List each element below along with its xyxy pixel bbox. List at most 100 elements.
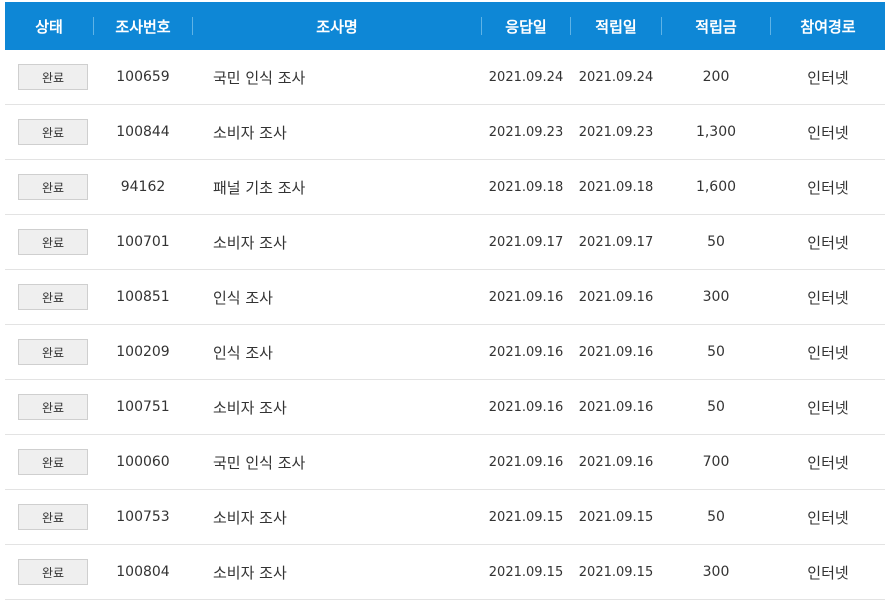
header-response-date-label: 응답일 — [505, 17, 547, 36]
accrued-amount: 300 — [702, 289, 730, 305]
status-cell: 완료 — [5, 270, 93, 324]
participation-route: 인터넷 — [807, 398, 849, 417]
header-status: 상태 — [35, 17, 63, 36]
survey-id: 100851 — [116, 289, 170, 305]
header-divider — [93, 17, 94, 35]
status-complete-button[interactable]: 완료 — [18, 174, 88, 200]
header-route: 참여경로 — [800, 17, 856, 36]
status-complete-button[interactable]: 완료 — [18, 64, 88, 90]
accrued-amount: 300 — [702, 564, 730, 580]
response-date: 2021.09.16 — [488, 344, 564, 360]
survey-name: 국민 인식 조사 — [213, 453, 306, 472]
status-cell: 완료 — [5, 435, 93, 489]
response-date: 2021.09.18 — [488, 179, 564, 195]
accrual-date: 2021.09.18 — [578, 179, 654, 195]
status-cell: 완료 — [5, 105, 93, 159]
response-date: 2021.09.16 — [488, 289, 564, 305]
header-divider — [481, 17, 482, 35]
table-body: 완료 100659 국민 인식 조사 2021.09.24 2021.09.24 200 인… — [5, 50, 885, 600]
accrual-date: 2021.09.16 — [578, 399, 654, 415]
survey-history-table: 상태 조사번호 조사명 응답일 적립일 적립금 참여경로 완료 100659 국민 … — [0, 0, 887, 601]
accrued-amount: 1,300 — [695, 124, 737, 140]
participation-route: 인터넷 — [807, 453, 849, 472]
survey-name: 패널 기초 조사 — [213, 178, 306, 197]
accrual-date: 2021.09.17 — [578, 234, 654, 250]
header-response-date: 응답일 — [481, 2, 571, 50]
status-complete-button[interactable]: 완료 — [18, 119, 88, 145]
table-row: 완료 100659 국민 인식 조사 2021.09.24 2021.09.24 200 인… — [5, 50, 885, 105]
participation-route: 인터넷 — [807, 563, 849, 582]
header-amount: 적립금 — [661, 2, 771, 50]
header-accrual-date: 적립일 — [595, 17, 637, 36]
participation-route: 인터넷 — [807, 288, 849, 307]
accrued-amount: 1,600 — [695, 179, 737, 195]
table-row: 완료 94162 패널 기초 조사 2021.09.18 2021.09.18 1,600… — [5, 160, 885, 215]
survey-name: 소비자 조사 — [213, 398, 287, 417]
status-cell: 완료 — [5, 545, 93, 599]
table-row: 완료 100751 소비자 조사 2021.09.16 2021.09.16 50 인터넷 — [5, 380, 885, 435]
response-date: 2021.09.16 — [488, 399, 564, 415]
status-cell: 완료 — [5, 325, 93, 379]
accrual-date: 2021.09.23 — [578, 124, 654, 140]
status-complete-button[interactable]: 완료 — [18, 394, 88, 420]
participation-route: 인터넷 — [807, 233, 849, 252]
survey-name: 소비자 조사 — [213, 508, 287, 527]
accrued-amount: 50 — [707, 344, 725, 360]
participation-route: 인터넷 — [807, 68, 849, 87]
status-complete-button[interactable]: 완료 — [18, 504, 88, 530]
status-cell: 완료 — [5, 490, 93, 544]
survey-name: 소비자 조사 — [213, 563, 287, 582]
survey-name: 인식 조사 — [213, 288, 273, 307]
header-divider — [661, 17, 662, 35]
accrual-date: 2021.09.16 — [578, 344, 654, 360]
header-survey-name: 조사명 — [316, 17, 358, 36]
status-cell: 완료 — [5, 215, 93, 269]
participation-route: 인터넷 — [807, 508, 849, 527]
survey-name: 소비자 조사 — [213, 233, 287, 252]
status-complete-button[interactable]: 완료 — [18, 559, 88, 585]
participation-route: 인터넷 — [807, 178, 849, 197]
accrual-date: 2021.09.16 — [578, 454, 654, 470]
status-complete-button[interactable]: 완료 — [18, 339, 88, 365]
status-cell: 완료 — [5, 160, 93, 214]
table-header: 상태 조사번호 조사명 응답일 적립일 적립금 참여경로 — [5, 2, 885, 50]
participation-route: 인터넷 — [807, 343, 849, 362]
survey-name: 국민 인식 조사 — [213, 68, 306, 87]
response-date: 2021.09.16 — [488, 454, 564, 470]
accrued-amount: 50 — [707, 234, 725, 250]
status-cell: 완료 — [5, 380, 93, 434]
survey-id: 100804 — [116, 564, 170, 580]
response-date: 2021.09.24 — [488, 69, 564, 85]
response-date: 2021.09.15 — [488, 564, 564, 580]
header-survey-id-label: 조사번호 — [115, 17, 171, 36]
header-survey-id: 조사번호 — [93, 2, 193, 50]
survey-id: 100751 — [116, 399, 170, 415]
survey-id: 100060 — [116, 454, 170, 470]
table-row: 완료 100701 소비자 조사 2021.09.17 2021.09.17 50 인터넷 — [5, 215, 885, 270]
response-date: 2021.09.17 — [488, 234, 564, 250]
accrued-amount: 50 — [707, 509, 725, 525]
survey-id: 100659 — [116, 69, 170, 85]
table-row: 완료 100851 인식 조사 2021.09.16 2021.09.16 300 인터넷 — [5, 270, 885, 325]
table-row: 완료 100844 소비자 조사 2021.09.23 2021.09.23 1,300 인… — [5, 105, 885, 160]
accrued-amount: 50 — [707, 399, 725, 415]
table-row: 완료 100753 소비자 조사 2021.09.15 2021.09.15 50 인터넷 — [5, 490, 885, 545]
status-complete-button[interactable]: 완료 — [18, 229, 88, 255]
survey-name: 인식 조사 — [213, 343, 273, 362]
table-row: 완료 100209 인식 조사 2021.09.16 2021.09.16 50 인터넷 — [5, 325, 885, 380]
accrual-date: 2021.09.15 — [578, 564, 654, 580]
status-cell: 완료 — [5, 50, 93, 104]
survey-id: 94162 — [120, 179, 166, 195]
accrual-date: 2021.09.24 — [578, 69, 654, 85]
status-complete-button[interactable]: 완료 — [18, 284, 88, 310]
accrued-amount: 200 — [702, 69, 730, 85]
table-row: 완료 100804 소비자 조사 2021.09.15 2021.09.15 300 인터넷 — [5, 545, 885, 600]
accrual-date: 2021.09.15 — [578, 509, 654, 525]
survey-id: 100701 — [116, 234, 170, 250]
status-complete-button[interactable]: 완료 — [18, 449, 88, 475]
survey-id: 100844 — [116, 124, 170, 140]
survey-id: 100753 — [116, 509, 170, 525]
participation-route: 인터넷 — [807, 123, 849, 142]
survey-name: 소비자 조사 — [213, 123, 287, 142]
accrued-amount: 700 — [702, 454, 730, 470]
